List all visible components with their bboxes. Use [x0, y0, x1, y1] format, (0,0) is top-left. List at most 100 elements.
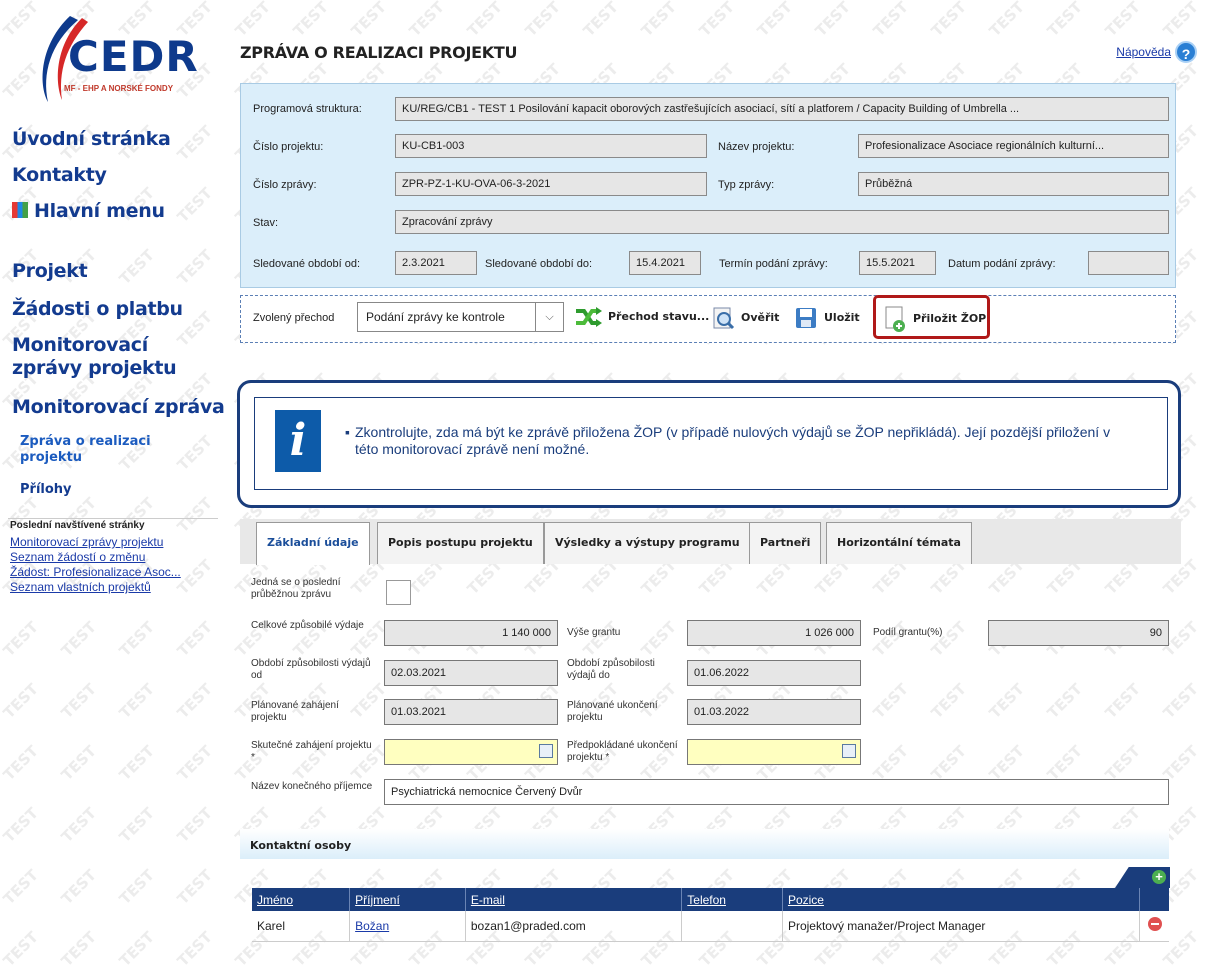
- program-label: Programová struktura:: [253, 103, 362, 115]
- transition-label: Zvolený přechod: [253, 312, 335, 324]
- col-email[interactable]: E-mail: [465, 888, 683, 911]
- grant-share-label: Podíl grantu(%): [873, 627, 943, 638]
- save-icon: [796, 308, 816, 328]
- nav-main-menu[interactable]: Hlavní menu: [12, 200, 165, 222]
- contacts-table: Jméno Příjmení E-mail Telefon Pozice Kar…: [252, 888, 1169, 942]
- contact-last-name-link[interactable]: Božan: [349, 911, 466, 942]
- sidebar: CEDR MF - EHP A NORSKÉ FONDY Úvodní strá…: [0, 0, 225, 969]
- nav-contacts[interactable]: Kontakty: [12, 164, 107, 186]
- recent-link[interactable]: Žádost: Profesionalizace Asoc...: [10, 565, 181, 579]
- transition-select[interactable]: Podání zprávy ke kontrole ⌵: [357, 302, 564, 332]
- test-watermark: TEST: [985, 0, 1028, 41]
- tab-progress-description[interactable]: Popis postupu projektu: [377, 522, 544, 564]
- page-title: ZPRÁVA O REALIZACI PROJEKTU: [240, 43, 518, 62]
- program-field: KU/REG/CB1 - TEST 1 Posilování kapacit o…: [395, 97, 1169, 121]
- tab-horizontal-topics[interactable]: Horizontální témata: [826, 522, 972, 564]
- nav-payment-requests[interactable]: Žádosti o platbu: [12, 298, 183, 320]
- cedr-logo[interactable]: CEDR MF - EHP A NORSKÉ FONDY: [30, 14, 198, 104]
- real-start-input[interactable]: [384, 739, 558, 765]
- period-to-field: 15.4.2021: [629, 251, 701, 275]
- state-label: Stav:: [253, 217, 279, 229]
- nav-realization-report[interactable]: Zpráva o realizaci projektu: [20, 434, 170, 466]
- recipient-field: Psychiatrická nemocnice Červený Dvůr: [384, 779, 1169, 805]
- action-toolbar: Zvolený přechod Podání zprávy ke kontrol…: [240, 295, 1176, 343]
- attach-zop-button[interactable]: Přiložit ŽOP: [883, 306, 986, 332]
- project-no-field: KU-CB1-003: [395, 134, 707, 158]
- last-report-label: Jedná se o poslední průběžnou zprávu: [251, 577, 341, 600]
- state-field: Zpracování zprávy: [395, 210, 1169, 234]
- total-costs-field: 1 140 000: [384, 620, 558, 646]
- transition-button[interactable]: Přechod stavu...: [574, 306, 709, 328]
- info-icon: i: [275, 410, 321, 472]
- tab-partners[interactable]: Partneři: [749, 522, 822, 564]
- col-last-name[interactable]: Příjmení: [349, 888, 466, 911]
- tab-basic-data[interactable]: Základní údaje: [256, 522, 370, 565]
- report-no-field: ZPR-PZ-1-KU-OVA-06-3-2021: [395, 172, 707, 196]
- test-watermark: TEST: [579, 617, 622, 661]
- period-to-label: Sledované období do:: [485, 258, 593, 270]
- project-no-label: Číslo projektu:: [253, 141, 324, 153]
- col-phone[interactable]: Telefon: [681, 888, 783, 911]
- recent-link[interactable]: Seznam vlastních projektů: [10, 580, 151, 594]
- add-contact-icon[interactable]: +: [1152, 870, 1166, 884]
- test-watermark: TEST: [1101, 679, 1144, 723]
- calendar-icon[interactable]: [539, 744, 553, 758]
- test-watermark: TEST: [637, 0, 680, 41]
- col-actions: [1139, 888, 1169, 911]
- test-watermark: TEST: [869, 617, 912, 661]
- test-watermark: TEST: [985, 679, 1028, 723]
- nav-monitoring-reports[interactable]: Monitorovací zprávy projektu: [12, 334, 217, 380]
- test-watermark: TEST: [927, 0, 970, 41]
- deadline-label: Termín podání zprávy:: [719, 258, 828, 270]
- save-button-label: Uložit: [824, 311, 860, 324]
- test-watermark: TEST: [927, 679, 970, 723]
- contact-position: Projektový manažer/Project Manager: [782, 911, 1141, 942]
- logo-subtitle: MF - EHP A NORSKÉ FONDY: [64, 84, 174, 93]
- attach-document-icon: [885, 306, 905, 332]
- real-start-label: Skutečné zahájení projektu *: [251, 740, 372, 763]
- project-header: Programová struktura: KU/REG/CB1 - TEST …: [240, 83, 1176, 288]
- recent-link[interactable]: Monitorovací zprávy projektu: [10, 535, 163, 549]
- help-link[interactable]: Nápověda: [1116, 45, 1171, 59]
- report-type-label: Typ zprávy:: [718, 179, 775, 191]
- tab-results-outputs[interactable]: Výsledky a výstupy programu: [544, 522, 751, 564]
- recipient-label: Název konečného příjemce: [251, 781, 373, 792]
- save-button[interactable]: Uložit: [794, 306, 860, 330]
- report-no-label: Číslo zprávy:: [253, 179, 317, 191]
- submitted-field: [1088, 251, 1169, 275]
- test-watermark: TEST: [579, 0, 622, 41]
- elig-to-field: 01.06.2022: [687, 660, 861, 686]
- recent-link[interactable]: Seznam žádostí o změnu: [10, 550, 145, 564]
- exp-end-input[interactable]: [687, 739, 861, 765]
- recent-pages-title: Poslední navštívené stránky: [10, 520, 145, 531]
- info-message-box: i ▪ Zkontrolujte, zda má být ke zprávě př…: [237, 380, 1181, 508]
- test-watermark: TEST: [811, 0, 854, 41]
- verify-button[interactable]: Ověřit: [711, 306, 779, 330]
- transition-select-value: Podání zprávy ke kontrole: [366, 310, 505, 324]
- plan-start-label: Plánované zahájení projektu: [251, 700, 339, 723]
- nav-main-menu-label: Hlavní menu: [34, 200, 165, 222]
- grant-share-field: 90: [988, 620, 1169, 646]
- test-watermark: TEST: [289, 0, 332, 41]
- test-watermark: TEST: [347, 0, 390, 41]
- remove-contact-icon[interactable]: [1147, 917, 1162, 932]
- period-from-field: 2.3.2021: [395, 251, 477, 275]
- last-report-checkbox[interactable]: [386, 580, 411, 605]
- help-icon[interactable]: ?: [1175, 41, 1197, 63]
- info-message-inner: i ▪ Zkontrolujte, zda má být ke zprávě př…: [254, 397, 1168, 490]
- nav-monitoring-report[interactable]: Monitorovací zpráva: [12, 396, 225, 418]
- info-message-text: ▪ Zkontrolujte, zda má být ke zprávě přil…: [345, 424, 1135, 458]
- contact-email: bozan1@praded.com: [465, 911, 683, 942]
- table-header-row: Jméno Příjmení E-mail Telefon Pozice: [252, 888, 1169, 911]
- calendar-icon[interactable]: [842, 744, 856, 758]
- info-message: Zkontrolujte, zda má být ke zprávě přilo…: [355, 424, 1111, 457]
- nav-project[interactable]: Projekt: [12, 260, 88, 282]
- col-position[interactable]: Pozice: [782, 888, 1141, 911]
- nav-attachments[interactable]: Přílohy: [20, 482, 72, 497]
- elig-from-field: 02.03.2021: [384, 660, 558, 686]
- grant-label: Výše grantu: [567, 627, 621, 638]
- nav-home[interactable]: Úvodní stránka: [12, 128, 171, 150]
- test-watermark: TEST: [1101, 0, 1144, 41]
- transition-button-label: Přechod stavu...: [608, 310, 710, 323]
- col-first-name[interactable]: Jméno: [252, 888, 351, 911]
